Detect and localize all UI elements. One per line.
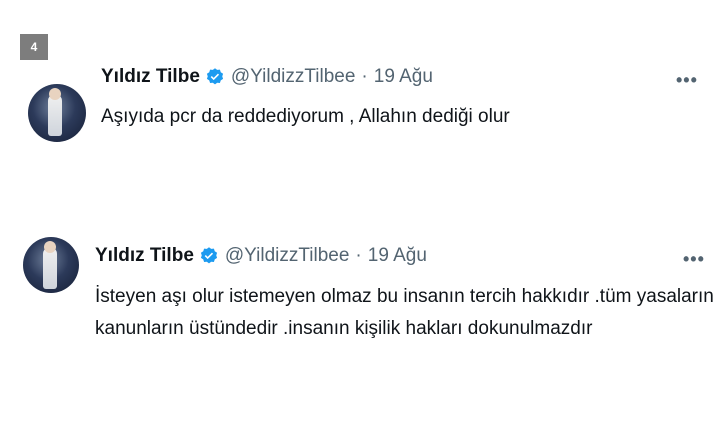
image-number-badge: 4 [20,34,48,60]
more-options-icon[interactable]: ••• [676,70,698,91]
verified-badge-icon [199,246,219,266]
tweet-text-line: İsteyen aşı olur istemeyen olmaz bu insa… [95,286,714,307]
tweet-date[interactable]: 19 Ağu [374,66,433,88]
tweet-text-line: Aşıyıda pcr da reddediyorum , Allahın de… [101,106,510,127]
verified-badge-icon [205,67,225,87]
separator-dot: · [355,245,362,266]
tweet-date[interactable]: 19 Ağu [368,245,427,267]
separator-dot: · [361,66,368,87]
avatar[interactable] [23,237,79,293]
tweet-text: Aşıyıda pcr da reddediyorum , Allahın de… [101,101,510,133]
more-options-icon[interactable]: ••• [683,249,705,270]
display-name[interactable]: Yıldız Tilbe [95,245,194,267]
user-handle[interactable]: @YildizzTilbee [231,66,356,88]
user-handle[interactable]: @YildizzTilbee [225,245,350,267]
display-name[interactable]: Yıldız Tilbe [101,66,200,88]
tweet-text: İsteyen aşı olur istemeyen olmaz bu insa… [95,281,714,345]
tweet-text-line: kanunların üstündedir .insanın kişilik h… [95,318,593,339]
avatar[interactable] [28,84,86,142]
